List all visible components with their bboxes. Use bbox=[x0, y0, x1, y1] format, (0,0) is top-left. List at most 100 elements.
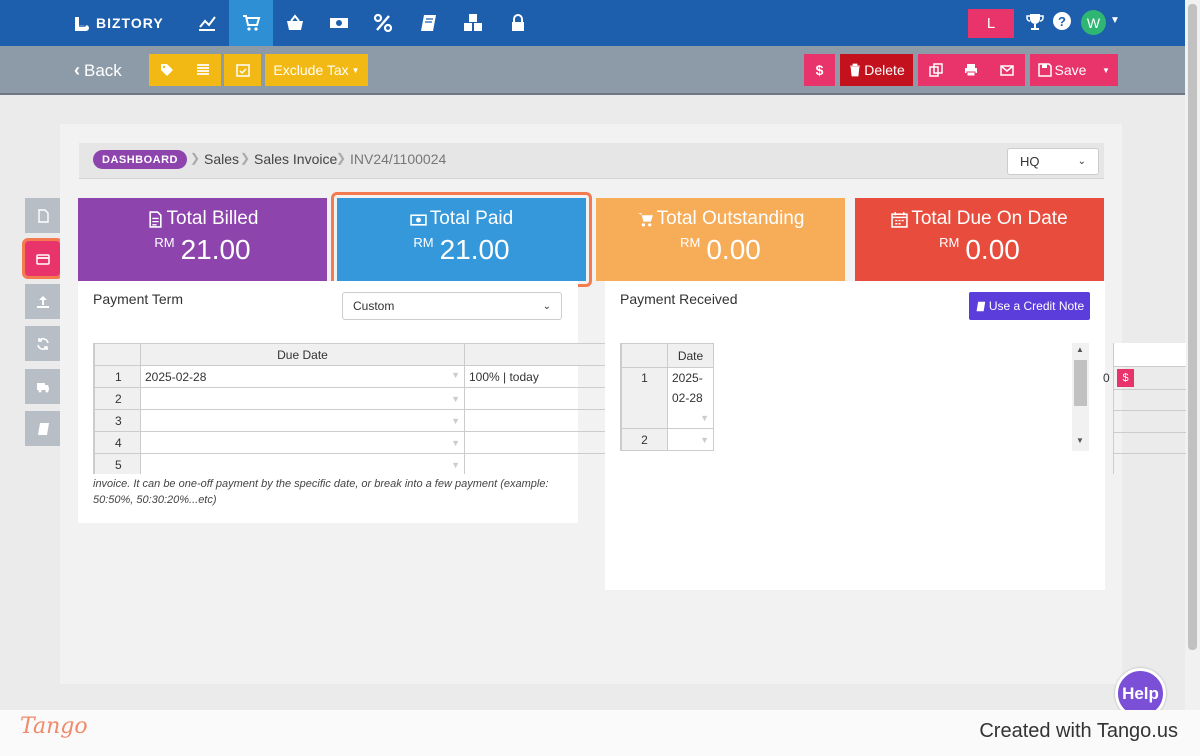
breadcrumb-invoice-number: INV24/1100024 bbox=[350, 151, 447, 167]
term-detail-cell[interactable] bbox=[464, 453, 605, 474]
document-icon bbox=[37, 208, 49, 223]
table-row: 2 ▼ bbox=[621, 428, 714, 451]
book-icon bbox=[37, 422, 49, 435]
copy-button[interactable] bbox=[918, 54, 953, 86]
payment-term-note: invoice. It can be one-off payment by th… bbox=[93, 478, 549, 506]
dropdown-arrow-icon: ▼ bbox=[451, 437, 460, 448]
list-button[interactable] bbox=[184, 54, 221, 86]
help-question-icon[interactable]: ? bbox=[1053, 12, 1071, 30]
save-label: Save bbox=[1054, 62, 1087, 78]
page-scrollbar-thumb[interactable] bbox=[1188, 4, 1197, 650]
scroll-up-arrow-icon[interactable]: ▲ bbox=[1076, 345, 1084, 354]
term-detail-cell[interactable] bbox=[464, 409, 605, 432]
nav-sales-cart-icon[interactable] bbox=[229, 0, 273, 46]
due-date-cell[interactable]: 2025-02-28 ▼ bbox=[140, 365, 465, 388]
trophy-icon[interactable] bbox=[1024, 11, 1046, 33]
currency-label: RM bbox=[939, 235, 960, 250]
print-icon bbox=[964, 64, 977, 77]
payment-term-select[interactable]: Custom ⌄ bbox=[342, 292, 562, 320]
side-delivery-truck-button[interactable] bbox=[25, 369, 60, 404]
side-book-button[interactable] bbox=[25, 411, 60, 446]
dropdown-arrow-icon: ▼ bbox=[451, 369, 460, 380]
row-number: 1 bbox=[94, 365, 141, 388]
copy-icon bbox=[928, 63, 943, 77]
breadcrumb-dashboard[interactable]: DASHBOARD bbox=[93, 150, 187, 169]
print-button[interactable] bbox=[953, 54, 988, 86]
use-credit-note-label: Use a Credit Note bbox=[988, 299, 1085, 313]
chevron-down-icon: ⌄ bbox=[542, 300, 551, 312]
row-number: 4 bbox=[94, 431, 141, 454]
due-date-column-header: Due Date bbox=[140, 343, 465, 366]
use-credit-note-button[interactable]: Use a Credit Note bbox=[969, 292, 1090, 320]
chevron-down-icon: ⌄ bbox=[1077, 156, 1086, 167]
grid-scrollbar[interactable]: ▲ ▼ bbox=[1072, 343, 1089, 451]
payment-received-title: Payment Received bbox=[620, 291, 738, 307]
nav-book-icon[interactable] bbox=[407, 0, 451, 46]
chevron-left-icon: ‹ bbox=[74, 60, 80, 80]
grid-corner-header bbox=[621, 343, 668, 368]
nav-percent-icon[interactable] bbox=[361, 0, 405, 46]
total-due-on-date-title: Total Due On Date bbox=[911, 208, 1068, 229]
back-button[interactable]: ‹ Back bbox=[74, 60, 122, 81]
row-number: 2 bbox=[94, 387, 141, 410]
scroll-down-arrow-icon[interactable]: ▼ bbox=[1076, 436, 1084, 445]
save-button[interactable]: Save bbox=[1030, 54, 1094, 86]
nav-cubes-icon[interactable] bbox=[451, 0, 495, 46]
due-date-cell[interactable]: ▼ bbox=[140, 431, 465, 454]
side-refresh-button[interactable] bbox=[25, 326, 60, 361]
file-text-icon bbox=[148, 210, 162, 228]
dropdown-arrow-icon: ▼ bbox=[451, 415, 460, 426]
table-row: 1 2025-02-28 ▼ 100% | today bbox=[94, 365, 605, 388]
side-upload-button[interactable] bbox=[25, 284, 60, 319]
total-outstanding-title: Total Outstanding bbox=[656, 208, 805, 229]
nav-lock-icon[interactable] bbox=[496, 0, 540, 46]
save-options-dropdown[interactable]: ▼ bbox=[1094, 54, 1118, 86]
dollar-icon: $ bbox=[815, 62, 824, 78]
due-date-cell[interactable]: ▼ bbox=[140, 387, 465, 410]
nav-purchase-basket-icon[interactable] bbox=[273, 0, 317, 46]
term-detail-cell[interactable] bbox=[464, 431, 605, 454]
due-date-cell[interactable]: ▼ bbox=[140, 409, 465, 432]
total-outstanding-card: Total Outstanding RM 0.00 bbox=[596, 198, 845, 281]
nav-money-icon[interactable] bbox=[317, 0, 361, 46]
avatar-caret-down-icon[interactable]: ▼ bbox=[1110, 15, 1120, 26]
side-document-button[interactable] bbox=[25, 198, 60, 233]
payment-date-part: 02-28 bbox=[672, 391, 703, 405]
side-payment-card-button[interactable] bbox=[22, 238, 63, 279]
payment-dollar-button[interactable]: $ bbox=[804, 54, 835, 86]
payment-term-title: Payment Term bbox=[93, 291, 183, 307]
total-billed-card: Total Billed RM 21.00 bbox=[78, 198, 327, 281]
dollar-icon: $ bbox=[1122, 372, 1129, 384]
envelope-icon bbox=[999, 65, 1014, 76]
payment-date-cell[interactable]: ▼ bbox=[667, 428, 714, 451]
grid-scrollbar-thumb[interactable] bbox=[1074, 360, 1087, 406]
term-detail-cell[interactable] bbox=[464, 387, 605, 410]
exclude-tax-dropdown[interactable]: Exclude Tax ▼ bbox=[265, 54, 368, 86]
due-date-cell[interactable]: ▼ bbox=[140, 453, 465, 474]
email-button[interactable] bbox=[988, 54, 1025, 86]
dropdown-arrow-icon: ▼ bbox=[700, 413, 709, 423]
payment-date-part: 2025- bbox=[672, 371, 703, 385]
biztory-logo[interactable]: BIZTORY bbox=[72, 13, 164, 33]
user-initial-badge[interactable]: L bbox=[968, 9, 1014, 38]
user-avatar[interactable]: W bbox=[1081, 10, 1106, 35]
payment-date-cell[interactable]: 2025- 02-28 ▼ bbox=[667, 367, 714, 429]
table-row: 2 ▼ bbox=[94, 387, 605, 410]
cart-icon bbox=[637, 212, 653, 226]
action-toolbar: ‹ Back Exclude Tax ▼ $ Delete Save ▼ bbox=[0, 46, 1185, 95]
delete-button[interactable]: Delete bbox=[840, 54, 913, 86]
nav-analytics-icon[interactable] bbox=[185, 0, 229, 46]
term-detail-cell[interactable]: 100% | today bbox=[464, 365, 605, 388]
table-row: 4 ▼ bbox=[94, 431, 605, 454]
breadcrumb-sales-invoice[interactable]: Sales Invoice bbox=[254, 151, 337, 167]
table-row: 5 ▼ bbox=[94, 453, 605, 474]
row-payment-dollar-button[interactable]: $ bbox=[1117, 369, 1134, 387]
branch-select[interactable]: HQ ⌄ bbox=[1007, 148, 1099, 175]
calendar-check-button[interactable] bbox=[224, 54, 261, 86]
breadcrumb-sales[interactable]: Sales bbox=[204, 151, 239, 167]
top-navbar: BIZTORY L ? W ▼ bbox=[0, 0, 1185, 46]
calendar-check-icon bbox=[235, 64, 250, 77]
dropdown-arrow-icon: ▼ bbox=[451, 459, 460, 470]
tag-button[interactable] bbox=[149, 54, 184, 86]
date-column-header: Date bbox=[667, 343, 714, 368]
